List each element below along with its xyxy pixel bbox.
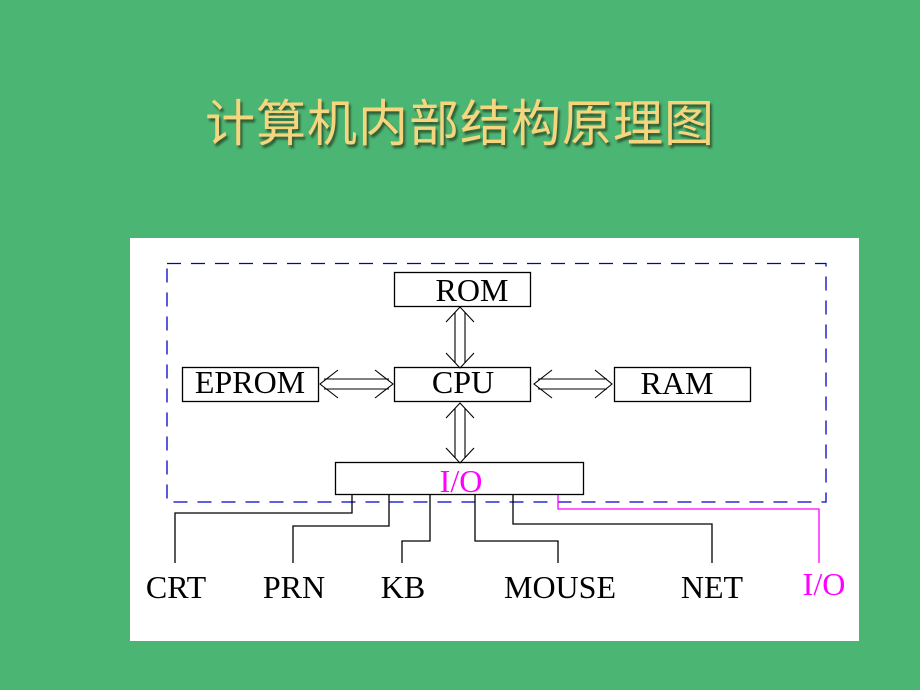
line-io-ext bbox=[557, 495, 820, 563]
device-mouse: MOUSE bbox=[504, 569, 616, 605]
device-net: NET bbox=[681, 569, 744, 605]
diagram-panel: ROM CPU EPROM RAM I/O CRT PRN KB MOUSE N… bbox=[130, 238, 859, 641]
io-label: I/O bbox=[440, 463, 483, 499]
rom-label: ROM bbox=[436, 272, 509, 308]
arrow-cpu-io bbox=[445, 402, 475, 464]
arrow-cpu-rom bbox=[445, 306, 475, 369]
rom-box: ROM bbox=[393, 271, 532, 308]
diagram-svg: ROM CPU EPROM RAM I/O CRT PRN KB MOUSE N… bbox=[146, 262, 846, 605]
device-prn: PRN bbox=[263, 569, 325, 605]
eprom-box: EPROM bbox=[181, 364, 320, 403]
line-prn bbox=[292, 495, 390, 563]
arrow-eprom-cpu bbox=[319, 369, 394, 399]
line-crt bbox=[174, 495, 353, 563]
device-crt: CRT bbox=[146, 569, 207, 605]
ram-label: RAM bbox=[641, 365, 714, 401]
line-net bbox=[512, 495, 713, 563]
line-mouse bbox=[474, 495, 559, 563]
device-kb: KB bbox=[381, 569, 425, 605]
io-box: I/O bbox=[334, 461, 585, 499]
eprom-label: EPROM bbox=[195, 364, 305, 400]
cpu-label: CPU bbox=[432, 364, 494, 400]
page-title: 计算机内部结构原理图 bbox=[205, 95, 715, 153]
device-io: I/O bbox=[803, 566, 846, 602]
arrow-cpu-ram bbox=[533, 369, 613, 399]
ram-box: RAM bbox=[613, 365, 752, 403]
line-kb bbox=[401, 495, 431, 563]
cpu-box: CPU bbox=[393, 364, 532, 403]
